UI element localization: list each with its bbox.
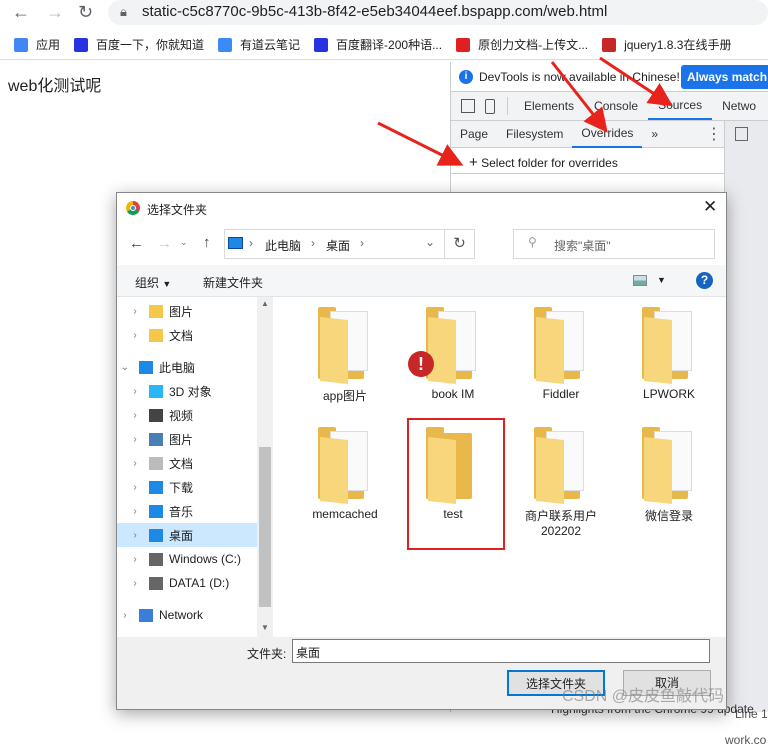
watermark: CSDN @皮皮鱼敲代码 bbox=[562, 688, 725, 705]
annotation-arrows bbox=[377, 56, 674, 166]
arrow-sources bbox=[599, 56, 674, 107]
work-label: work.co bbox=[725, 733, 767, 747]
arrow-overrides bbox=[550, 61, 608, 133]
arrow-select-folder bbox=[377, 121, 464, 166]
